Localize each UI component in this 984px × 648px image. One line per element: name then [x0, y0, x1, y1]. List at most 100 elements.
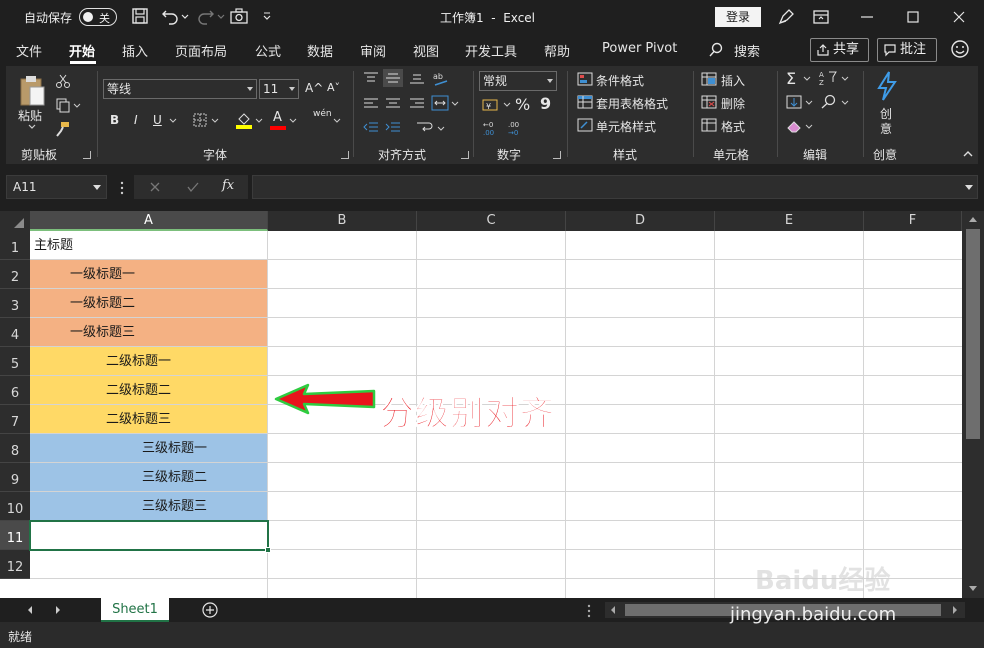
decrease-indent-icon[interactable] [363, 121, 379, 135]
format-cells-button[interactable]: 格式 [721, 118, 745, 135]
tab-split-icon[interactable] [586, 604, 592, 618]
undo-dropdown-icon[interactable] [180, 6, 190, 26]
row-header-12[interactable]: 12 [0, 550, 30, 579]
undo-icon[interactable] [160, 6, 180, 26]
ideas-label-2[interactable]: 意 [880, 120, 892, 137]
column-header-f[interactable]: F [864, 211, 962, 231]
next-sheet-icon[interactable] [54, 605, 62, 615]
column-header-b[interactable]: B [268, 211, 417, 231]
more-options-icon[interactable] [119, 181, 125, 195]
row-header-3[interactable]: 3 [0, 289, 30, 318]
fill-color-icon[interactable] [235, 110, 253, 130]
active-cell-selection[interactable] [29, 520, 271, 553]
currency-icon[interactable]: ¥ [482, 97, 500, 113]
name-box[interactable]: A11 [6, 175, 107, 199]
cell-styles-button[interactable]: 单元格样式 [596, 118, 656, 135]
fill-color-dropdown-icon[interactable] [255, 117, 263, 125]
delete-cells-button[interactable]: 删除 [721, 95, 745, 112]
increase-decimal-icon[interactable]: ←0.00 [482, 119, 502, 137]
ribbon-display-icon[interactable] [810, 6, 832, 28]
add-sheet-icon[interactable] [202, 602, 218, 618]
format-cells-icon[interactable] [701, 118, 717, 132]
alignment-launcher-icon[interactable] [461, 151, 469, 159]
tab-page-layout[interactable]: 页面布局 [175, 41, 227, 60]
merge-dropdown-icon[interactable] [451, 100, 459, 108]
share-button[interactable]: 共享 [810, 38, 869, 62]
expand-formula-bar-icon[interactable] [965, 185, 973, 190]
autosum-icon[interactable]: Σ [786, 69, 796, 88]
cell-a7[interactable]: 二级标题三 [30, 405, 268, 434]
comma-style-button[interactable]: 9 [540, 94, 551, 113]
underline-dropdown-icon[interactable] [169, 117, 177, 125]
tab-developer[interactable]: 开发工具 [465, 41, 517, 60]
align-right-icon[interactable] [409, 97, 425, 111]
font-color-button[interactable]: A [269, 110, 287, 130]
scroll-right-icon[interactable] [951, 605, 959, 615]
fill-handle[interactable] [265, 547, 271, 553]
save-icon[interactable] [130, 6, 150, 26]
tab-formulas[interactable]: 公式 [255, 41, 281, 60]
align-bottom-icon[interactable] [409, 71, 425, 85]
find-select-icon[interactable] [820, 94, 836, 110]
borders-icon[interactable] [192, 112, 208, 128]
row-header-10[interactable]: 10 [0, 492, 30, 521]
align-center-icon[interactable] [385, 97, 401, 111]
cell-a1[interactable]: 主标题 [30, 231, 268, 260]
cut-icon[interactable] [55, 73, 71, 89]
percent-button[interactable]: % [515, 95, 530, 114]
text-orientation-icon[interactable]: ab [431, 69, 451, 87]
column-header-c[interactable]: C [417, 211, 566, 231]
minimize-icon[interactable] [856, 6, 878, 28]
italic-button[interactable]: I [134, 113, 138, 127]
paste-dropdown-icon[interactable] [27, 123, 37, 131]
copy-dropdown-icon[interactable] [73, 102, 81, 110]
tab-review[interactable]: 审阅 [360, 41, 386, 60]
borders-dropdown-icon[interactable] [211, 117, 219, 125]
camera-icon[interactable] [229, 6, 249, 26]
conditional-formatting-icon[interactable] [577, 72, 593, 86]
scroll-down-icon[interactable] [968, 585, 978, 593]
number-launcher-icon[interactable] [553, 151, 561, 159]
column-header-e[interactable]: E [715, 211, 864, 231]
wrap-dropdown-icon[interactable] [437, 125, 445, 133]
find-dropdown-icon[interactable] [841, 99, 849, 107]
maximize-icon[interactable] [902, 6, 924, 28]
format-as-table-button[interactable]: 套用表格格式 [596, 95, 668, 112]
vertical-scroll-thumb[interactable] [966, 229, 980, 439]
enter-check-icon[interactable] [186, 181, 200, 193]
column-header-d[interactable]: D [566, 211, 715, 231]
tab-power-pivot[interactable]: Power Pivot [602, 41, 677, 56]
scroll-left-icon[interactable] [609, 605, 617, 615]
row-header-4[interactable]: 4 [0, 318, 30, 347]
bold-button[interactable]: B [110, 113, 119, 127]
scroll-up-icon[interactable] [968, 215, 978, 223]
row-header-7[interactable]: 7 [0, 405, 30, 434]
insert-cells-button[interactable]: 插入 [721, 72, 745, 89]
insert-cells-icon[interactable] [701, 72, 717, 86]
clear-icon[interactable] [786, 119, 802, 133]
insert-function-button[interactable]: fx [222, 178, 234, 193]
autosum-dropdown-icon[interactable] [803, 75, 811, 83]
row-header-5[interactable]: 5 [0, 347, 30, 376]
cell-a5[interactable]: 二级标题一 [30, 347, 268, 376]
conditional-formatting-button[interactable]: 条件格式 [596, 72, 644, 89]
cancel-icon[interactable] [149, 181, 161, 193]
format-painter-icon[interactable] [55, 121, 71, 137]
tab-help[interactable]: 帮助 [544, 41, 570, 60]
sort-filter-icon[interactable]: AZ [818, 69, 838, 87]
formula-input[interactable] [252, 175, 978, 199]
cell-styles-icon[interactable] [577, 118, 593, 132]
cell-a4[interactable]: 一级标题三 [30, 318, 268, 347]
delete-cells-icon[interactable] [701, 95, 717, 109]
currency-dropdown-icon[interactable] [503, 101, 511, 109]
cell-a9[interactable]: 三级标题二 [30, 463, 268, 492]
prev-sheet-icon[interactable] [26, 605, 34, 615]
cell-a10[interactable]: 三级标题三 [30, 492, 268, 521]
row-header-11[interactable]: 11 [0, 521, 30, 550]
underline-button[interactable]: U [153, 113, 162, 127]
align-middle-icon[interactable] [383, 69, 403, 87]
grow-font-button[interactable]: A^ [305, 81, 323, 95]
cell-a8[interactable]: 三级标题一 [30, 434, 268, 463]
wrap-text-icon[interactable] [415, 119, 435, 137]
align-left-icon[interactable] [363, 97, 379, 111]
